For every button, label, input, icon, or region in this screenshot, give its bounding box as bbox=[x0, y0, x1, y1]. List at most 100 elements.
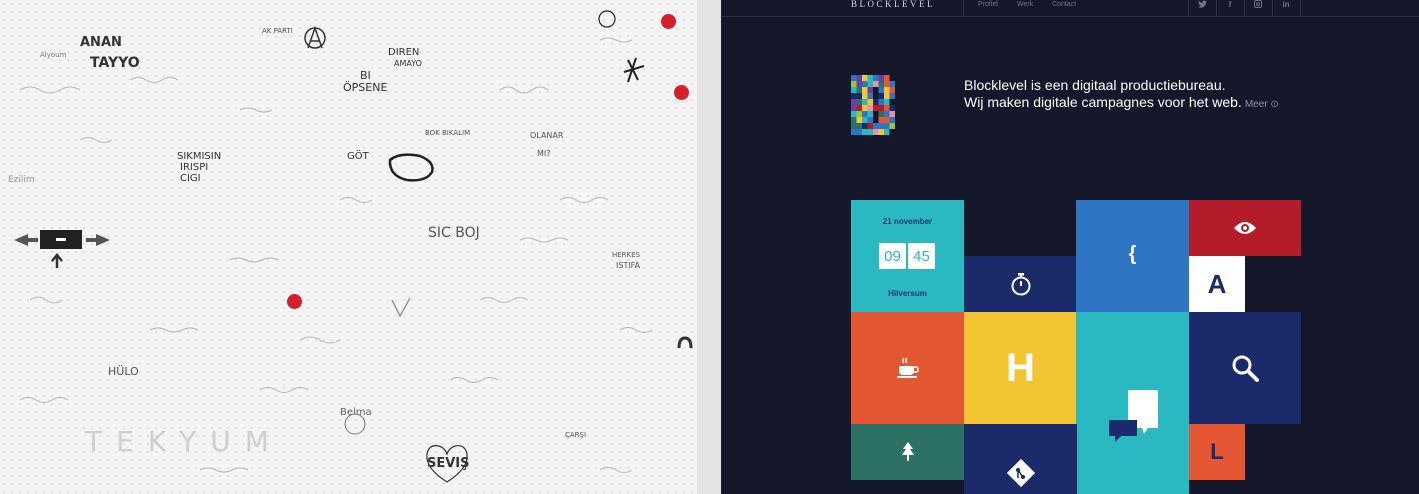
logo-pixel bbox=[889, 123, 895, 129]
blocklevel-site: BLOCKLEVEL Profiel Werk Contact f in Blo… bbox=[721, 0, 1419, 494]
logo-pixel bbox=[867, 81, 873, 87]
map-marker[interactable] bbox=[674, 85, 689, 100]
logo-pixel bbox=[878, 75, 884, 81]
logo-pixel bbox=[884, 105, 890, 111]
logo-pixel bbox=[867, 123, 873, 129]
curly-brace-icon: { bbox=[1128, 243, 1137, 265]
logo-pixel bbox=[878, 123, 884, 129]
letter-a-tile[interactable]: A bbox=[1189, 256, 1245, 312]
logo-pixel bbox=[884, 117, 890, 123]
git-icon bbox=[1006, 458, 1035, 488]
logo-pixel bbox=[884, 111, 890, 117]
search-tile[interactable] bbox=[1189, 312, 1301, 424]
nav-werk[interactable]: Werk bbox=[1017, 1, 1033, 8]
nav-divider bbox=[1300, 0, 1301, 16]
logo-pixel bbox=[884, 87, 890, 93]
logo-pixel bbox=[878, 111, 884, 117]
logo-pixel bbox=[878, 129, 884, 135]
logo-pixel bbox=[867, 99, 873, 105]
facebook-icon[interactable]: f bbox=[1217, 0, 1243, 9]
clock-minute: 45 bbox=[908, 243, 935, 269]
search-icon bbox=[1232, 355, 1259, 382]
logo-pixel bbox=[862, 129, 868, 135]
logo-pixel bbox=[862, 93, 868, 99]
intro-line-1: Blocklevel is een digitaal productiebure… bbox=[964, 77, 1226, 93]
logo-pixel bbox=[873, 129, 879, 135]
logo-pixel bbox=[862, 81, 868, 87]
twitter-icon[interactable] bbox=[1189, 0, 1215, 10]
logo-pixel bbox=[862, 111, 868, 117]
graffiti-wall[interactable]: ANAN TAYYO DIREN AMAYO BI ÖPSENE SIKMISI… bbox=[0, 0, 697, 494]
coffee-tile[interactable] bbox=[851, 312, 964, 424]
letter-h-tile[interactable]: H bbox=[964, 312, 1077, 424]
logo-pixel bbox=[851, 123, 857, 129]
map-marker[interactable] bbox=[661, 14, 676, 29]
logo-pixel bbox=[856, 75, 862, 81]
logo-pixel bbox=[851, 93, 857, 99]
coffee-cup-icon bbox=[896, 357, 919, 378]
logo-pixel bbox=[873, 75, 879, 81]
logo-pixel bbox=[856, 93, 862, 99]
logo-pixel bbox=[862, 105, 868, 111]
chat-bubbles-icon bbox=[1109, 390, 1158, 442]
blocklevel-b-logo bbox=[851, 75, 895, 135]
code-tile[interactable]: { bbox=[1076, 200, 1189, 312]
tile-city: Hilversum bbox=[888, 289, 927, 298]
stopwatch-tile[interactable] bbox=[964, 256, 1077, 312]
nav-contact[interactable]: Contact bbox=[1052, 1, 1076, 8]
date-time-tile[interactable]: 21 november 09 45 Hilversum bbox=[851, 200, 964, 312]
logo-pixel bbox=[867, 93, 873, 99]
logo-pixel bbox=[862, 75, 868, 81]
tree-icon bbox=[901, 442, 914, 461]
logo-pixel bbox=[851, 111, 857, 117]
eye-tile[interactable] bbox=[1189, 200, 1301, 256]
graffiti-scribbles bbox=[14, 10, 693, 483]
logo-pixel bbox=[856, 111, 862, 117]
tile-date: 21 november bbox=[882, 217, 933, 226]
logo-pixel bbox=[873, 99, 879, 105]
logo-pixel bbox=[884, 99, 890, 105]
logo-pixel bbox=[856, 123, 862, 129]
logo-pixel bbox=[867, 75, 873, 81]
git-tile[interactable] bbox=[964, 424, 1077, 494]
map-marker[interactable] bbox=[287, 294, 302, 309]
logo-pixel bbox=[884, 93, 890, 99]
logo-pixel bbox=[884, 129, 890, 135]
logo-pixel bbox=[851, 117, 857, 123]
logo-pixel bbox=[867, 87, 873, 93]
logo-pixel bbox=[862, 99, 868, 105]
eye-icon bbox=[1234, 222, 1256, 234]
logo-pixel bbox=[851, 99, 857, 105]
logo-pixel bbox=[851, 87, 857, 93]
logo-pixel bbox=[884, 123, 890, 129]
logo-pixel bbox=[856, 81, 862, 87]
tree-tile[interactable] bbox=[851, 424, 964, 480]
site-logo[interactable]: BLOCKLEVEL bbox=[851, 0, 935, 9]
logo-pixel bbox=[851, 105, 857, 111]
logo-pixel bbox=[856, 87, 862, 93]
logo-pixel bbox=[867, 117, 873, 123]
logo-pixel bbox=[878, 93, 884, 99]
instagram-icon[interactable] bbox=[1245, 0, 1271, 10]
logo-pixel bbox=[878, 117, 884, 123]
intro-line-2: Wij maken digitale campagnes voor het we… bbox=[964, 94, 1279, 113]
logo-pixel bbox=[889, 93, 895, 99]
logo-pixel bbox=[884, 81, 890, 87]
logo-pixel bbox=[889, 105, 895, 111]
logo-pixel bbox=[878, 87, 884, 93]
chat-tile[interactable] bbox=[1076, 312, 1189, 494]
letter-l-tile[interactable]: L bbox=[1189, 424, 1245, 480]
logo-pixel bbox=[851, 75, 857, 81]
logo-pixel bbox=[867, 105, 873, 111]
logo-pixel bbox=[862, 87, 868, 93]
meer-link[interactable]: Meer ⊙ bbox=[1245, 99, 1279, 110]
linkedin-icon[interactable]: in bbox=[1273, 0, 1299, 9]
logo-pixel bbox=[873, 81, 879, 87]
clock-hour: 09 bbox=[879, 243, 906, 269]
logo-pixel bbox=[856, 117, 862, 123]
logo-pixel bbox=[889, 111, 895, 117]
nav-profiel[interactable]: Profiel bbox=[978, 1, 998, 8]
logo-pixel bbox=[889, 117, 895, 123]
stopwatch-icon bbox=[1011, 273, 1030, 296]
panel-divider bbox=[697, 0, 721, 494]
